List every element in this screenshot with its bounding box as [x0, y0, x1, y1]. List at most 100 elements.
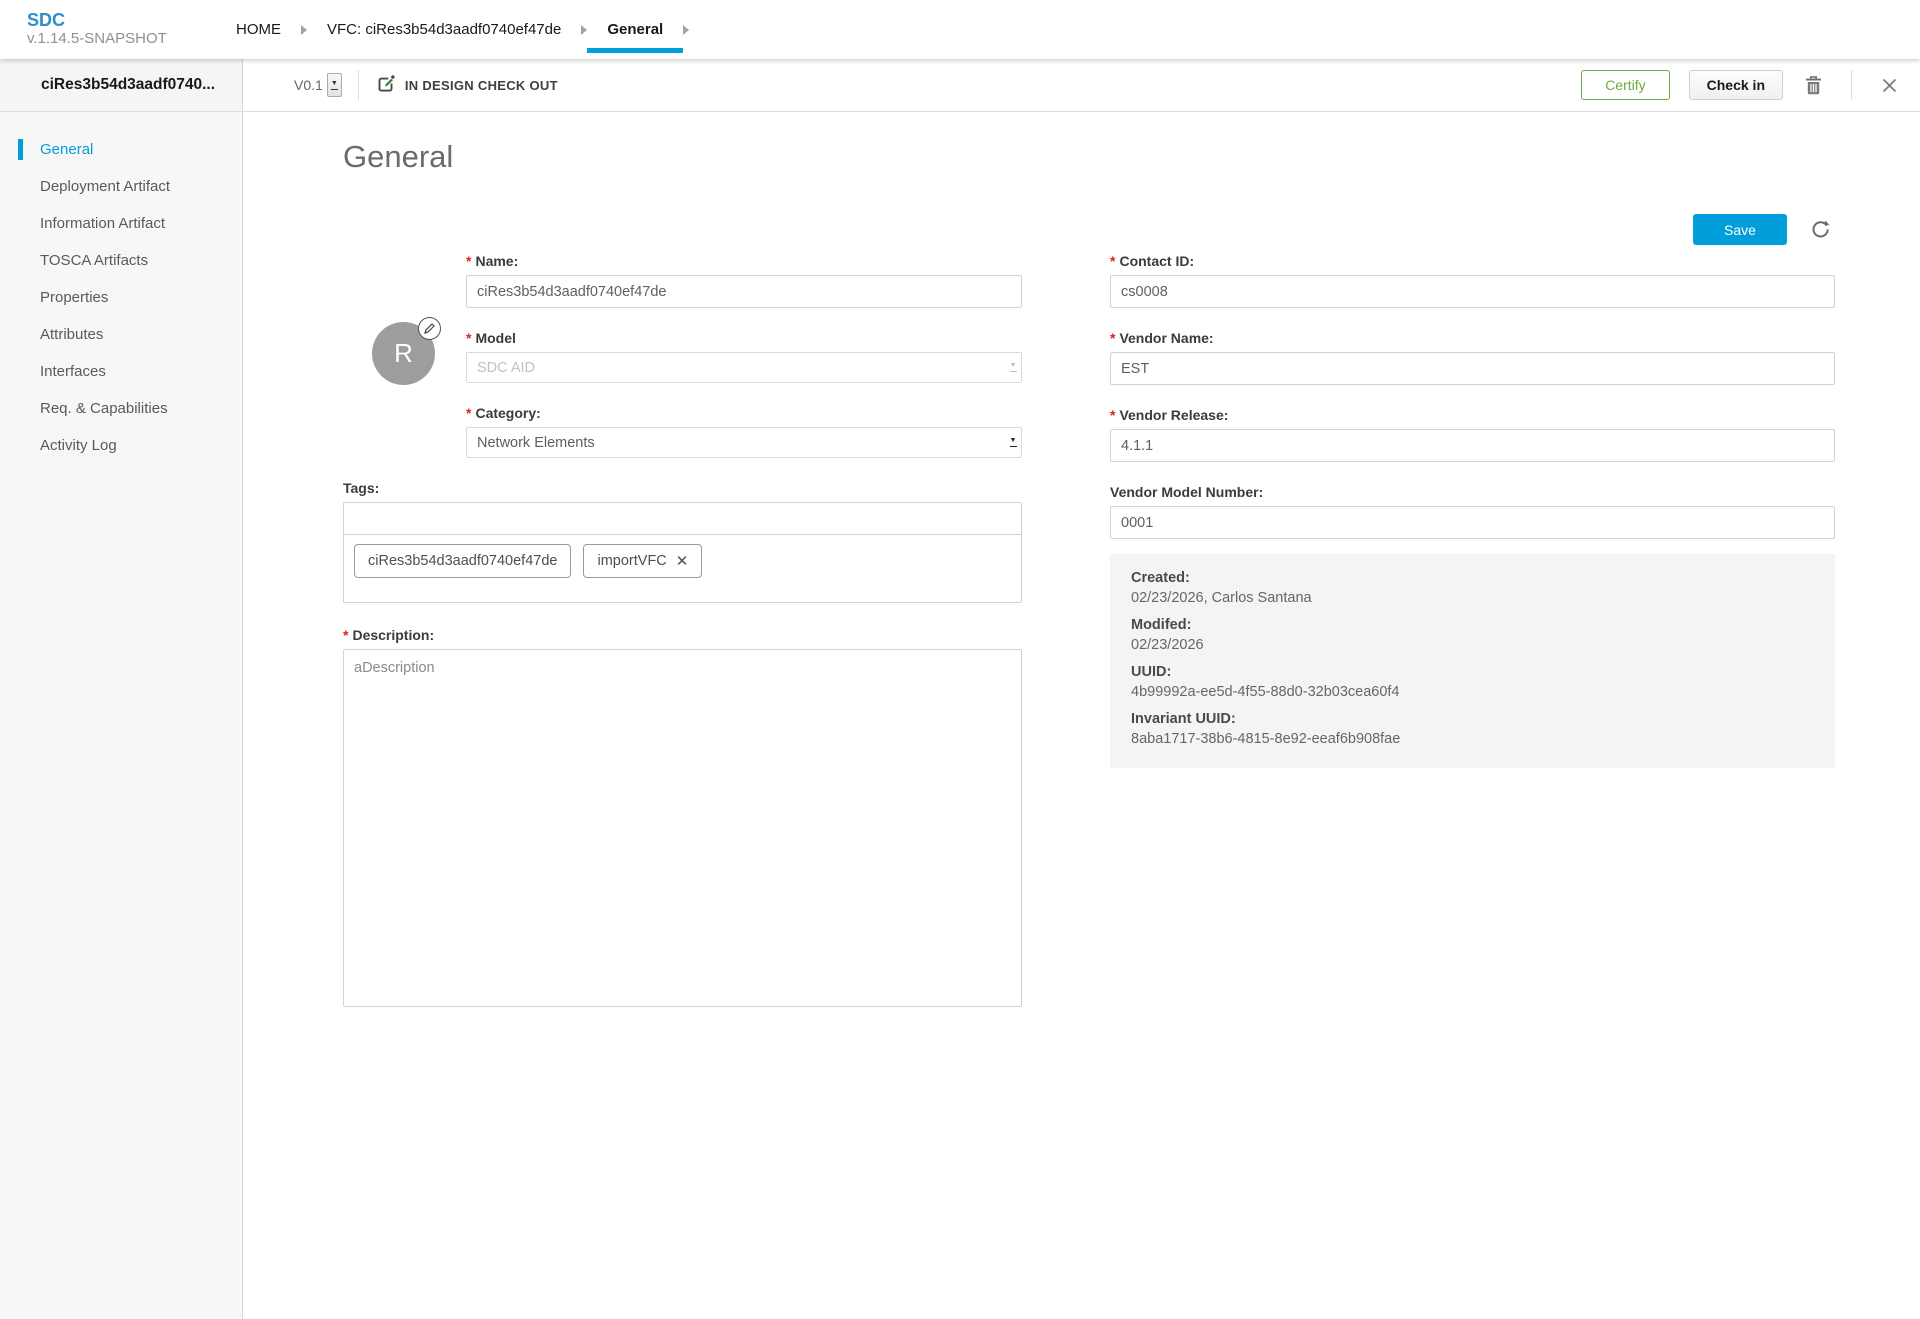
sidebar-item-label: Deployment Artifact: [40, 178, 170, 195]
close-button[interactable]: [1877, 73, 1902, 98]
avatar-letter: R: [394, 338, 413, 369]
sidebar-item-label: TOSCA Artifacts: [40, 252, 148, 269]
category-label: *Category:: [466, 405, 1022, 422]
metadata-entry-created: Created: 02/23/2026, Carlos Santana: [1131, 568, 1815, 608]
app-logo-text: SDC: [27, 10, 216, 30]
model-label: *Model: [466, 330, 1022, 347]
sidebar-item-label: Interfaces: [40, 363, 106, 380]
vendor-model-number-input[interactable]: [1110, 506, 1835, 539]
tags-section: Tags: ciRes3b54d3aadf0740ef47de importVF…: [343, 480, 1022, 603]
close-icon: [1881, 77, 1898, 94]
vendor-release-label: *Vendor Release:: [1110, 407, 1835, 424]
sidebar-item-interfaces[interactable]: Interfaces: [0, 353, 242, 390]
sidebar-item-tosca-artifacts[interactable]: TOSCA Artifacts: [0, 242, 242, 279]
version-spinner-icon[interactable]: ▼: [327, 73, 342, 97]
required-marker: *: [343, 627, 348, 643]
description-section: *Description: aDescription: [343, 627, 1022, 1012]
tag-chip: importVFC ✕: [583, 544, 702, 578]
tag-chip-label: importVFC: [597, 553, 666, 569]
breadcrumb-vfc-label: VFC: ciRes3b54d3aadf0740ef47de: [327, 21, 561, 38]
name-label: *Name:: [466, 253, 1022, 270]
sidebar-item-general[interactable]: General: [0, 131, 242, 168]
metadata-label: Invariant UUID:: [1131, 709, 1815, 729]
lifecycle-status: IN DESIGN CHECK OUT: [375, 74, 558, 96]
required-marker: *: [1110, 330, 1115, 346]
sidebar-item-label: Attributes: [40, 326, 103, 343]
vendor-release-input[interactable]: [1110, 429, 1835, 462]
sidebar-item-req-capabilities[interactable]: Req. & Capabilities: [0, 390, 242, 427]
required-marker: *: [466, 330, 471, 346]
revert-button[interactable]: [1806, 215, 1835, 244]
save-button[interactable]: Save: [1693, 214, 1787, 245]
sidebar: General Deployment Artifact Information …: [0, 112, 243, 1319]
tag-chip: ciRes3b54d3aadf0740ef47de: [354, 544, 571, 578]
tags-label: Tags:: [343, 480, 1022, 497]
vendor-name-label: *Vendor Name:: [1110, 330, 1835, 347]
metadata-label: Created:: [1131, 568, 1815, 588]
metadata-entry-modified: Modifed: 02/23/2026: [1131, 615, 1815, 655]
required-marker: *: [1110, 253, 1115, 269]
sidebar-item-label: Information Artifact: [40, 215, 165, 232]
description-label: *Description:: [343, 627, 1022, 644]
lifecycle-status-label: IN DESIGN CHECK OUT: [405, 78, 558, 93]
required-marker: *: [466, 253, 471, 269]
resource-avatar: R: [372, 322, 435, 385]
chevron-down-icon: ▼: [1005, 353, 1021, 382]
page-title: General: [343, 139, 453, 175]
active-item-indicator: [18, 139, 23, 160]
sidebar-item-deployment-artifact[interactable]: Deployment Artifact: [0, 168, 242, 205]
category-value: Network Elements: [477, 435, 1005, 451]
vendor-name-input[interactable]: [1110, 352, 1835, 385]
sidebar-item-label: General: [40, 141, 93, 158]
version-select[interactable]: V0.1 ▼: [294, 73, 342, 97]
toolbar-divider: [358, 70, 359, 100]
tag-chip-label: ciRes3b54d3aadf0740ef47de: [368, 553, 557, 569]
version-value: V0.1: [294, 77, 323, 93]
name-input[interactable]: [466, 275, 1022, 308]
certify-button[interactable]: Certify: [1581, 70, 1669, 100]
checkout-icon: [375, 74, 397, 96]
sidebar-item-properties[interactable]: Properties: [0, 279, 242, 316]
breadcrumb-general-label: General: [607, 21, 663, 38]
trash-icon: [1804, 75, 1823, 96]
tag-chip-list: ciRes3b54d3aadf0740ef47de importVFC ✕: [344, 535, 1021, 602]
breadcrumb-home-label: HOME: [236, 21, 281, 38]
checkin-button[interactable]: Check in: [1689, 70, 1783, 100]
metadata-label: UUID:: [1131, 662, 1815, 682]
metadata-value: 8aba1717-38b6-4815-8e92-eeaf6b908fae: [1131, 729, 1815, 749]
avatar-edit-badge[interactable]: [418, 317, 441, 340]
breadcrumb-item-vfc[interactable]: VFC: ciRes3b54d3aadf0740ef47de: [307, 0, 581, 59]
description-textarea[interactable]: aDescription: [343, 649, 1022, 1007]
metadata-value: 02/23/2026: [1131, 635, 1815, 655]
category-select[interactable]: Network Elements ▼: [466, 427, 1022, 458]
workspace-actions: Certify Check in: [1581, 70, 1910, 100]
workspace-toolbar: V0.1 ▼ IN DESIGN CHECK OUT Certify Check…: [243, 59, 1920, 112]
breadcrumb: HOME VFC: ciRes3b54d3aadf0740ef47de Gene…: [216, 0, 689, 59]
sidebar-item-information-artifact[interactable]: Information Artifact: [0, 205, 242, 242]
sidebar-item-attributes[interactable]: Attributes: [0, 316, 242, 353]
breadcrumb-item-general[interactable]: General: [587, 0, 683, 59]
save-row: Save: [1693, 214, 1835, 245]
active-tab-indicator: [587, 48, 683, 53]
tags-input[interactable]: [344, 503, 1021, 535]
sidebar-item-label: Req. & Capabilities: [40, 400, 168, 417]
toolbar-divider: [1851, 70, 1852, 100]
contact-id-label: *Contact ID:: [1110, 253, 1835, 270]
pencil-icon: [424, 323, 435, 334]
metadata-value: 02/23/2026, Carlos Santana: [1131, 588, 1815, 608]
chevron-right-icon: [683, 25, 689, 35]
panel-title: ciRes3b54d3aadf0740...: [0, 59, 243, 112]
delete-button[interactable]: [1800, 71, 1827, 100]
sidebar-item-activity-log[interactable]: Activity Log: [0, 427, 242, 464]
tag-remove-icon[interactable]: ✕: [676, 554, 689, 569]
main-content: General Save R: [244, 112, 1920, 1319]
contact-id-input[interactable]: [1110, 275, 1835, 308]
sidebar-item-label: Properties: [40, 289, 108, 306]
breadcrumb-item-home[interactable]: HOME: [216, 0, 301, 59]
metadata-box: Created: 02/23/2026, Carlos Santana Modi…: [1110, 554, 1835, 768]
required-marker: *: [1110, 407, 1115, 423]
sidebar-item-label: Activity Log: [40, 437, 117, 454]
model-select[interactable]: SDC AID ▼: [466, 352, 1022, 383]
top-navigation: SDC v.1.14.5-SNAPSHOT HOME VFC: ciRes3b5…: [0, 0, 1920, 59]
metadata-entry-invariant-uuid: Invariant UUID: 8aba1717-38b6-4815-8e92-…: [1131, 709, 1815, 749]
